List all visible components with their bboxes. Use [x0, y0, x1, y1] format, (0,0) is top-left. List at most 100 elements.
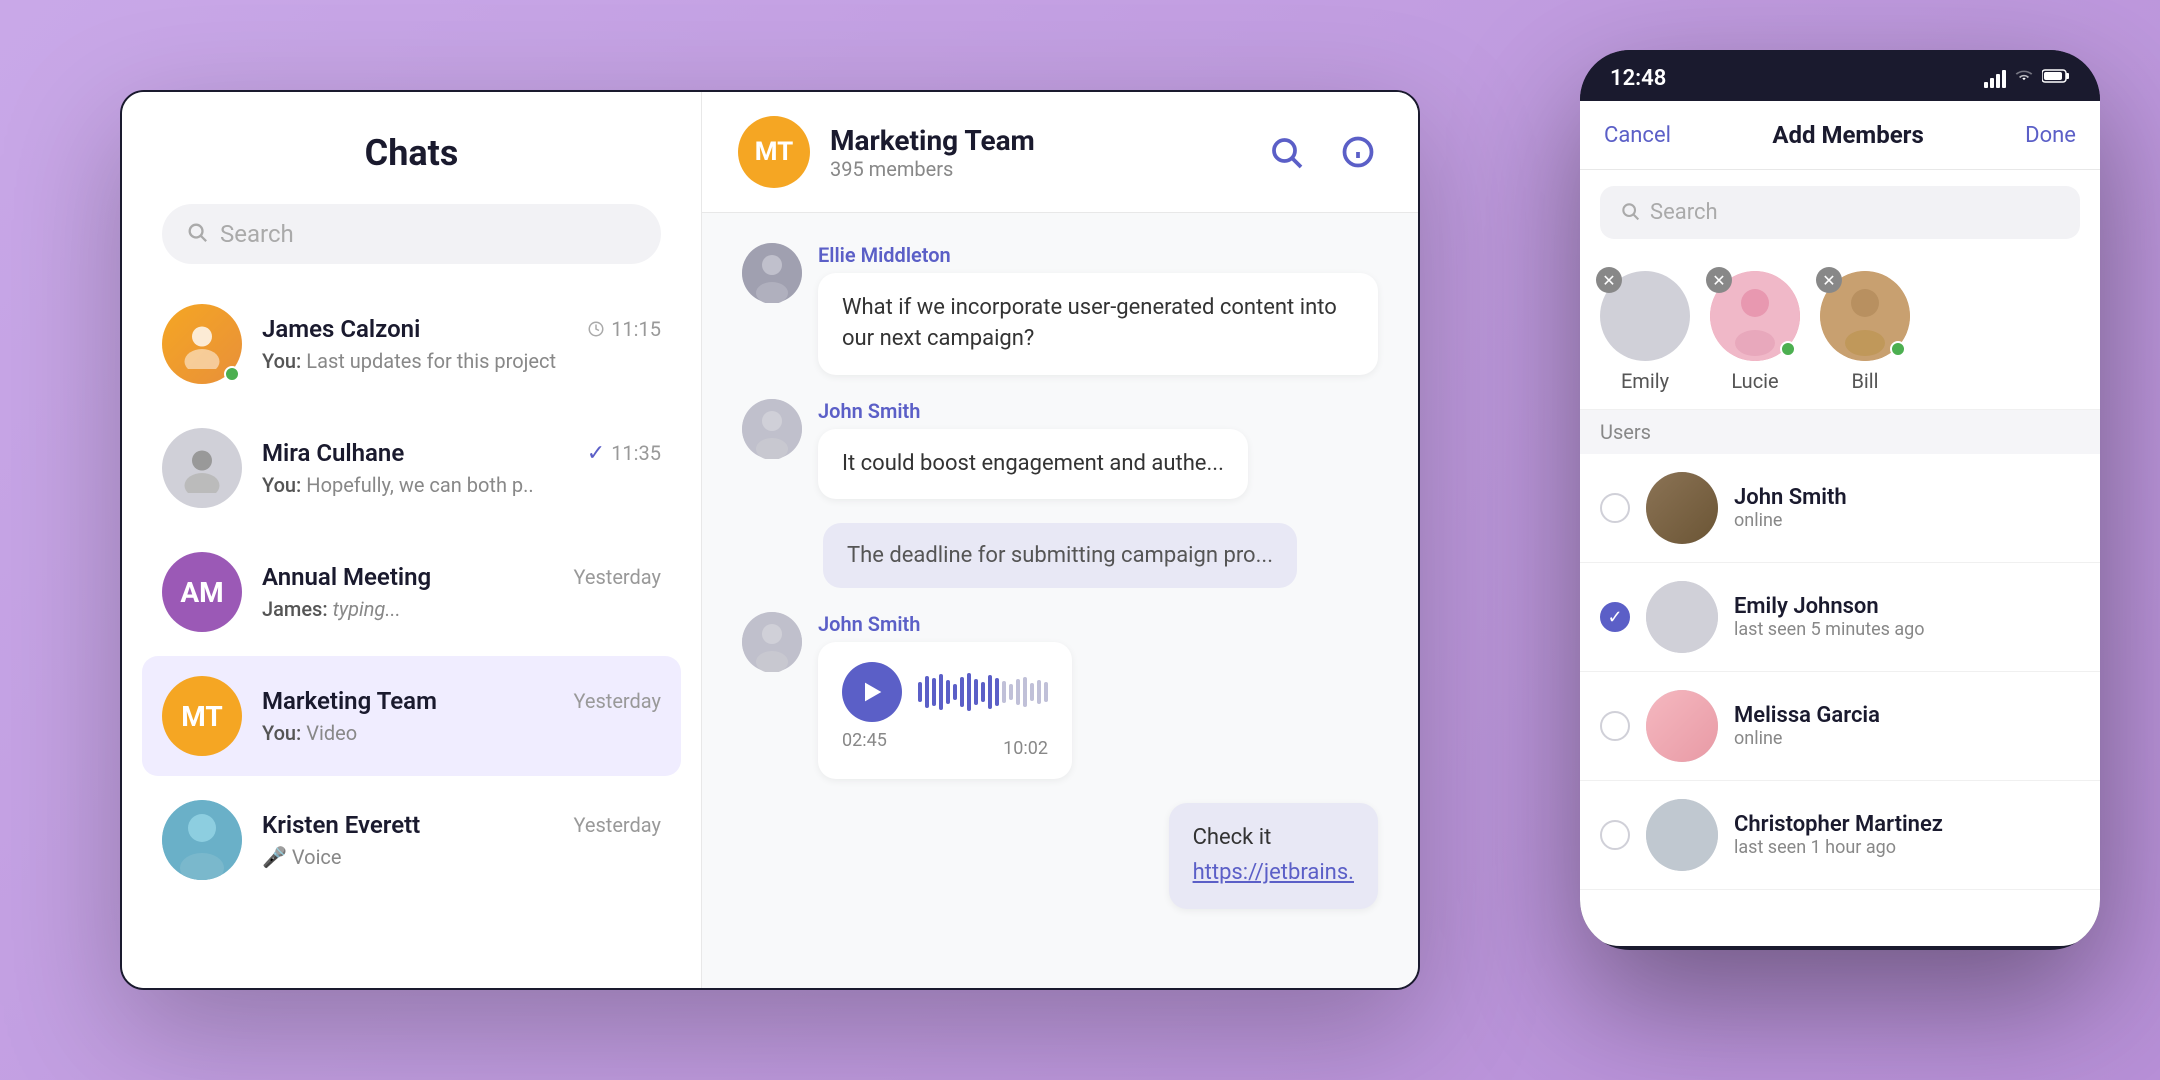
chat-name: Kristen Everett	[262, 811, 420, 839]
chat-item-mira[interactable]: Mira Culhane ✓ 11:35 You: Hopefully, we …	[142, 408, 681, 528]
user-list-item-emily[interactable]: ✓ Emily Johnson last seen 5 minutes ago	[1580, 563, 2100, 672]
chat-info-annual: Annual Meeting Yesterday James: typing..…	[262, 563, 661, 621]
chat-name: James Calzoni	[262, 315, 420, 343]
user-avatar-emily	[1646, 581, 1718, 653]
chat-info-james: James Calzoni 11:15 You: Last updates fo…	[262, 315, 661, 373]
signal-bars-icon	[1984, 70, 2006, 88]
user-status-christopher: last seen 1 hour ago	[1734, 837, 2080, 858]
user-name-christopher: Christopher Martinez	[1734, 812, 2080, 837]
message-john-voice: John Smith	[742, 612, 1378, 779]
chat-preview: You: Last updates for this project	[262, 349, 661, 373]
chat-time: Yesterday	[573, 565, 661, 589]
phone-nav: Cancel Add Members Done	[1580, 101, 2100, 170]
chat-time: Yesterday	[573, 813, 661, 837]
search-header-icon[interactable]	[1262, 128, 1310, 176]
sidebar-title: Chats	[162, 132, 661, 174]
message-system: The deadline for submitting campaign pro…	[742, 523, 1378, 588]
user-avatar-john	[1646, 472, 1718, 544]
mobile-phone: 12:48	[1580, 50, 2100, 950]
user-radio-christopher[interactable]	[1600, 820, 1630, 850]
chat-header-name: Marketing Team	[830, 124, 1035, 157]
voice-duration: 02:45	[842, 730, 887, 759]
message-avatar-ellie	[742, 243, 802, 303]
chat-name: Mira Culhane	[262, 439, 404, 467]
search-bar[interactable]: Search	[162, 204, 661, 264]
user-avatar-melissa	[1646, 690, 1718, 762]
user-list-item-christopher[interactable]: Christopher Martinez last seen 1 hour ag…	[1580, 781, 2100, 890]
chat-header-avatar: MT	[738, 116, 810, 188]
desktop-window: Chats Search	[120, 90, 1420, 990]
phone-time: 12:48	[1610, 66, 1666, 91]
phone-status-icons	[1984, 68, 2070, 89]
message-bubble-ellie: What if we incorporate user-generated co…	[818, 273, 1378, 375]
user-list: John Smith online ✓ Emily Johnson last s…	[1580, 454, 2100, 946]
message-content-john1: John Smith It could boost engagement and…	[818, 399, 1248, 500]
chat-item-james[interactable]: James Calzoni 11:15 You: Last updates fo…	[142, 284, 681, 404]
chat-item-marketing[interactable]: MT Marketing Team Yesterday You: Video	[142, 656, 681, 776]
battery-icon	[2042, 68, 2070, 89]
sidebar: Chats Search	[122, 92, 702, 988]
user-info-melissa: Melissa Garcia online	[1734, 703, 2080, 749]
chat-name: Marketing Team	[262, 687, 437, 715]
search-input-placeholder: Search	[220, 220, 294, 248]
info-header-icon[interactable]	[1334, 128, 1382, 176]
message-ellie: Ellie Middleton What if we incorporate u…	[742, 243, 1378, 375]
phone-search-icon	[1620, 201, 1640, 225]
user-list-item-melissa[interactable]: Melissa Garcia online	[1580, 672, 2100, 781]
selected-members: ✕ Emily ✕ Lucie	[1580, 255, 2100, 410]
emily-label: Emily	[1621, 369, 1669, 393]
selected-member-bill: ✕ Bill	[1820, 271, 1910, 393]
user-info-emily: Emily Johnson last seen 5 minutes ago	[1734, 594, 2080, 640]
voice-time: 10:02	[1003, 738, 1048, 759]
message-avatar-john1	[742, 399, 802, 459]
add-members-title: Add Members	[1772, 121, 1923, 149]
chat-preview: You: Hopefully, we can both p..	[262, 473, 661, 497]
chat-header: MT Marketing Team 395 members	[702, 92, 1418, 213]
done-button[interactable]: Done	[2025, 123, 2076, 148]
background: Chats Search	[0, 0, 2160, 1080]
remove-lucie-button[interactable]: ✕	[1706, 267, 1732, 293]
chat-item-kristen[interactable]: Kristen Everett Yesterday 🎤 Voice	[142, 780, 681, 900]
chat-time: Yesterday	[573, 689, 661, 713]
chat-list: James Calzoni 11:15 You: Last updates fo…	[122, 284, 701, 988]
link-bubble: Check it https://jetbrains.	[1169, 803, 1378, 909]
chat-header-info: Marketing Team 395 members	[830, 124, 1035, 181]
chat-item-annual[interactable]: AM Annual Meeting Yesterday James: typin…	[142, 532, 681, 652]
avatar-kristen	[162, 800, 242, 880]
user-list-item-john[interactable]: John Smith online	[1580, 454, 2100, 563]
remove-bill-button[interactable]: ✕	[1816, 267, 1842, 293]
cancel-button[interactable]: Cancel	[1604, 123, 1671, 148]
chat-name: Annual Meeting	[262, 563, 431, 591]
phone-search-bar[interactable]: Search	[1600, 186, 2080, 239]
user-name-melissa: Melissa Garcia	[1734, 703, 2080, 728]
message-bubble-john1: It could boost engagement and authe...	[818, 429, 1248, 500]
chat-preview: James: typing...	[262, 597, 661, 621]
chat-preview: You: Video	[262, 721, 661, 745]
avatar-james	[162, 304, 242, 384]
bill-label: Bill	[1851, 369, 1878, 393]
user-radio-melissa[interactable]	[1600, 711, 1630, 741]
chat-time: 11:15	[587, 317, 661, 341]
avatar-bill: ✕	[1820, 271, 1910, 361]
bill-online	[1890, 341, 1906, 357]
message-content-ellie: Ellie Middleton What if we incorporate u…	[818, 243, 1378, 375]
checkmark-icon: ✓	[1607, 607, 1622, 628]
chat-info-mira: Mira Culhane ✓ 11:35 You: Hopefully, we …	[262, 439, 661, 497]
user-avatar-christopher	[1646, 799, 1718, 871]
chat-header-actions	[1262, 128, 1382, 176]
user-radio-emily[interactable]: ✓	[1600, 602, 1630, 632]
user-status-emily: last seen 5 minutes ago	[1734, 619, 2080, 640]
message-sender-john-voice: John Smith	[818, 612, 1072, 636]
remove-emily-button[interactable]: ✕	[1596, 267, 1622, 293]
play-button[interactable]	[842, 662, 902, 722]
main-chat: MT Marketing Team 395 members	[702, 92, 1418, 988]
user-radio-john[interactable]	[1600, 493, 1630, 523]
phone-status-bar: 12:48	[1580, 50, 2100, 101]
user-status-melissa: online	[1734, 728, 2080, 749]
selected-member-emily: ✕ Emily	[1600, 271, 1690, 393]
avatar-marketing: MT	[162, 676, 242, 756]
avatar-mira	[162, 428, 242, 508]
user-name-emily: Emily Johnson	[1734, 594, 2080, 619]
chat-info-marketing: Marketing Team Yesterday You: Video	[262, 687, 661, 745]
message-sender-ellie: Ellie Middleton	[818, 243, 1378, 267]
